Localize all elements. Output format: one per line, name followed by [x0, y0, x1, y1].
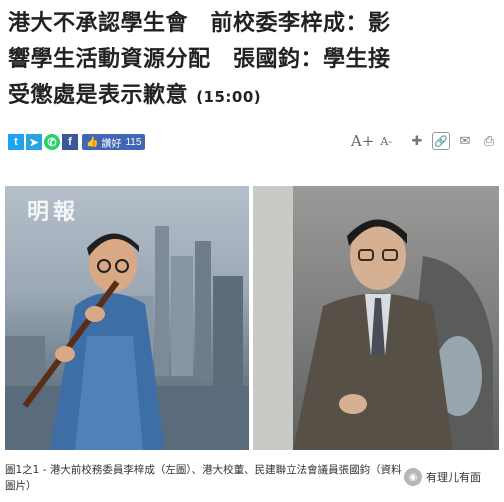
print-icon[interactable]: ⎙ [480, 132, 498, 150]
article-tools: A+ A- ✚ 🔗 ✉ ⎙ [351, 132, 498, 150]
photo-caption: 圖1之1 - 港大前校務委員李梓成（左圖）、港大校董、民建聯立法會議員張國鈞（資… [5, 464, 402, 492]
mail-icon[interactable]: ✉ [456, 132, 474, 150]
headline-line-2: 響學生活動資源分配 張國鈞：學生接 [8, 47, 391, 72]
brand-name: 有理儿有面 [426, 471, 481, 484]
photo-right-legislator [253, 186, 499, 450]
facebook-like-button[interactable]: 👍 讚好 115 [82, 134, 146, 150]
twitter-share-icon[interactable]: t [8, 134, 24, 150]
headline-line-1: 港大不承認學生會 前校委李梓成：影 [8, 11, 391, 36]
brand-watermark: ◉ 有理儿有面 [404, 468, 481, 486]
font-decrease-button[interactable]: A- [380, 135, 392, 148]
newspaper-watermark: 明報 [27, 199, 80, 225]
thumbs-up-icon: 👍 [86, 136, 99, 148]
like-label: 讚好 [101, 138, 122, 150]
headline-line-3: 受懲處是表示歉意 (15:00) [8, 78, 500, 115]
photo-left-student: 明報 [5, 186, 249, 450]
headline-time: (15:00) [196, 88, 262, 106]
brand-logo-icon: ◉ [404, 468, 422, 486]
facebook-share-icon[interactable]: f [62, 134, 78, 150]
link-icon[interactable]: 🔗 [432, 132, 450, 150]
font-increase-button[interactable]: A+ [351, 132, 374, 150]
like-count: 115 [125, 136, 142, 148]
share-bar: t ➤ ✆ f 👍 讚好 115 [8, 134, 146, 150]
headline-line-3-text: 受懲處是表示歉意 [8, 83, 189, 108]
photo-right-illustration [253, 186, 493, 450]
bookmark-icon[interactable]: ✚ [408, 132, 426, 150]
article-toolbar: t ➤ ✆ f 👍 讚好 115 A+ A- ✚ 🔗 ✉ ⎙ [8, 132, 498, 154]
telegram-share-icon[interactable]: ➤ [26, 134, 42, 150]
article-headline: 港大不承認學生會 前校委李梓成：影 響學生活動資源分配 張國鈞：學生接 受懲處是… [8, 6, 500, 115]
whatsapp-share-icon[interactable]: ✆ [44, 134, 60, 150]
